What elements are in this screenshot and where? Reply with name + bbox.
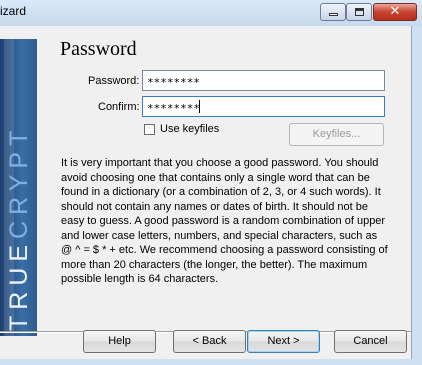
cancel-button[interactable]: Cancel xyxy=(334,330,407,353)
password-label: Password: xyxy=(88,75,140,87)
confirm-field[interactable] xyxy=(142,96,385,118)
window-title: izard xyxy=(0,4,27,18)
close-button[interactable]: ✕ xyxy=(373,3,417,21)
confirm-input[interactable] xyxy=(143,99,384,118)
use-keyfiles-checkbox[interactable] xyxy=(144,124,155,135)
minimize-button[interactable] xyxy=(320,3,346,21)
maximize-button[interactable] xyxy=(346,3,372,21)
help-button[interactable]: Help xyxy=(83,330,156,353)
next-button[interactable]: Next > xyxy=(247,330,320,353)
window-frame-right xyxy=(411,26,422,365)
banner-text-true: TRUE xyxy=(5,238,33,331)
password-field[interactable] xyxy=(142,70,385,92)
password-guidance-text: It is very important that you choose a g… xyxy=(61,157,388,285)
keyfiles-button[interactable]: Keyfiles... xyxy=(289,123,384,146)
close-icon: ✕ xyxy=(389,4,401,19)
maximize-icon xyxy=(355,8,364,16)
text-caret xyxy=(199,100,200,113)
truecrypt-banner: TRUECRYPT xyxy=(0,39,37,336)
use-keyfiles-label[interactable]: Use keyfiles xyxy=(160,123,219,135)
back-button[interactable]: < Back xyxy=(173,330,246,353)
minimize-icon xyxy=(329,13,338,16)
password-input[interactable] xyxy=(143,73,384,92)
banner-text-crypt: CRYPT xyxy=(5,124,33,239)
confirm-label: Confirm: xyxy=(98,101,140,113)
page-title: Password xyxy=(60,38,137,60)
banner-logo-text: TRUECRYPT xyxy=(5,125,34,331)
window-frame-bottom xyxy=(0,359,422,365)
wizard-client-area: TRUECRYPT Password Password: Confirm: Us… xyxy=(0,26,412,359)
title-bar[interactable]: izard ✕ xyxy=(0,0,422,26)
